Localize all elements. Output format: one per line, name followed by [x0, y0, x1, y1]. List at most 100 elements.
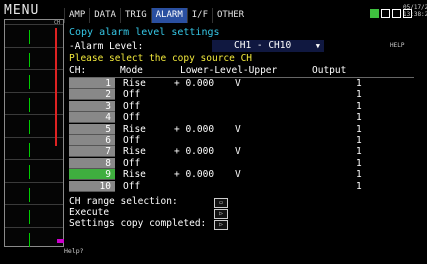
- table-row: 2 Off 1: [69, 89, 414, 101]
- execute-button[interactable]: ▷: [214, 209, 228, 219]
- upper-level-value: V: [235, 78, 241, 89]
- channel-select-button[interactable]: 6: [69, 135, 115, 146]
- mode-value: Off: [123, 100, 141, 112]
- col-output: Output: [312, 65, 347, 76]
- copy-completed-button[interactable]: ▷: [214, 220, 228, 230]
- copy-source-prompt: Please select the copy source CH: [69, 53, 253, 64]
- channel-panel-label: CH: [53, 20, 60, 26]
- lower-level-value: + 0.000: [174, 78, 215, 89]
- menu-label[interactable]: MENU: [4, 4, 60, 18]
- output-value: 1: [356, 100, 362, 112]
- time-text: 13:38:28: [403, 11, 427, 18]
- channel-slot: [5, 24, 63, 25]
- tab-alarm[interactable]: ALARM: [150, 8, 187, 23]
- table-row: 6 Off 1: [69, 135, 414, 146]
- lower-level-value: + 0.000: [174, 169, 215, 181]
- alarm-copy-panel: Copy alarm level settings -Alarm Level: …: [64, 25, 424, 245]
- channel-select-button[interactable]: 7: [69, 146, 115, 158]
- col-mode: Mode: [120, 65, 143, 76]
- channel-select-button[interactable]: 5: [69, 123, 115, 135]
- output-value: 1: [356, 112, 362, 124]
- tab-other[interactable]: OTHER: [212, 8, 248, 23]
- storage-icon: [381, 9, 390, 18]
- channel-number: 10: [99, 180, 111, 192]
- channel-select-button[interactable]: 10: [69, 180, 115, 192]
- copy-actions: CH range selection: Execute Settings cop…: [69, 196, 206, 229]
- execute-label: Execute: [69, 207, 110, 218]
- table-row: 7 Rise + 0.000 V 1: [69, 146, 414, 158]
- channel-number: 8: [105, 157, 111, 169]
- table-row: 1 Rise + 0.000 V 1: [69, 78, 414, 89]
- output-value: 1: [356, 78, 362, 89]
- channel-trace: [29, 142, 30, 157]
- mode-value: Rise: [123, 169, 146, 181]
- channel-number: 5: [105, 123, 111, 135]
- channel-trace: [29, 75, 30, 89]
- channel-number: 6: [105, 135, 111, 146]
- output-value: 1: [356, 123, 362, 135]
- output-value: 1: [356, 146, 362, 158]
- help-button[interactable]: HELP: [390, 42, 404, 49]
- table-row: 9 Rise + 0.000 V 1: [69, 169, 414, 181]
- mode-value: Rise: [123, 123, 146, 135]
- help-label: HELP: [390, 42, 405, 49]
- lower-level-value: + 0.000: [174, 146, 215, 158]
- datetime-display: 05/17/2024 13:38:28: [403, 4, 427, 18]
- channel-slot: [5, 181, 63, 183]
- alarm-marker: [55, 28, 57, 146]
- channel-slot: [5, 204, 63, 205]
- mode-value: Rise: [123, 78, 146, 89]
- tab-if[interactable]: I/F: [186, 8, 212, 23]
- channel-trace: [29, 52, 30, 67]
- help-footer: Help?: [64, 247, 84, 255]
- channel-select-button[interactable]: 2: [69, 89, 115, 101]
- channel-slot: [5, 226, 63, 228]
- table-row: 4 Off 1: [69, 112, 414, 124]
- table-row: 8 Off 1: [69, 157, 414, 169]
- tab-amp[interactable]: AMP: [64, 8, 89, 23]
- mode-value: Off: [123, 157, 141, 169]
- alarm-level-label: -Alarm Level:: [69, 41, 144, 52]
- date-text: 05/17/2024: [403, 4, 427, 11]
- output-value: 1: [356, 157, 362, 169]
- channel-number: 7: [105, 146, 111, 158]
- channel-trace: [29, 210, 30, 224]
- channel-select-button[interactable]: 8: [69, 157, 115, 169]
- lower-level-value: + 0.000: [174, 123, 215, 135]
- table-row: 3 Off 1: [69, 100, 414, 112]
- range-selection-label: CH range selection:: [69, 196, 178, 207]
- tab-bar: AMP DATA TRIG ALARM I/F OTHER: [64, 8, 248, 23]
- channel-number: 2: [105, 89, 111, 101]
- page-title: Copy alarm level settings: [69, 27, 220, 38]
- channel-number: 9: [105, 169, 111, 181]
- channel-number: 1: [105, 78, 111, 89]
- channel-slot: [5, 159, 63, 160]
- channel-select-button[interactable]: 1: [69, 78, 115, 89]
- chevron-down-icon: ▼: [315, 42, 320, 50]
- channel-trace: [29, 165, 30, 179]
- upper-level-value: V: [235, 169, 241, 181]
- channel-number: 3: [105, 100, 111, 112]
- alarm-level-value: CH1 - CH10: [234, 40, 292, 51]
- channel-select-button[interactable]: 9: [69, 169, 115, 181]
- channel-select-button[interactable]: 4: [69, 112, 115, 124]
- alarm-level-select[interactable]: CH1 - CH10 ▼: [212, 40, 324, 52]
- tab-trig[interactable]: TRIG: [119, 8, 151, 23]
- range-selection-button[interactable]: ▭: [214, 198, 228, 208]
- mode-value: Off: [123, 112, 141, 124]
- settings-copy-label: Settings copy completed:: [69, 218, 207, 229]
- channel-trace: [29, 30, 30, 44]
- channel-trace: [29, 120, 30, 134]
- channel-trace: [29, 187, 30, 202]
- mode-value: Off: [123, 180, 141, 192]
- tab-data[interactable]: DATA: [89, 8, 120, 23]
- battery-icon: [370, 9, 379, 18]
- channel-select-button[interactable]: 3: [69, 100, 115, 112]
- col-ch: CH:: [69, 65, 87, 76]
- channel-trace: [29, 232, 30, 247]
- mode-value: Off: [123, 89, 141, 101]
- upper-level-value: V: [235, 146, 241, 158]
- mode-value: Off: [123, 135, 141, 146]
- channel-overview-panel: CH: [4, 19, 65, 247]
- output-value: 1: [356, 180, 362, 192]
